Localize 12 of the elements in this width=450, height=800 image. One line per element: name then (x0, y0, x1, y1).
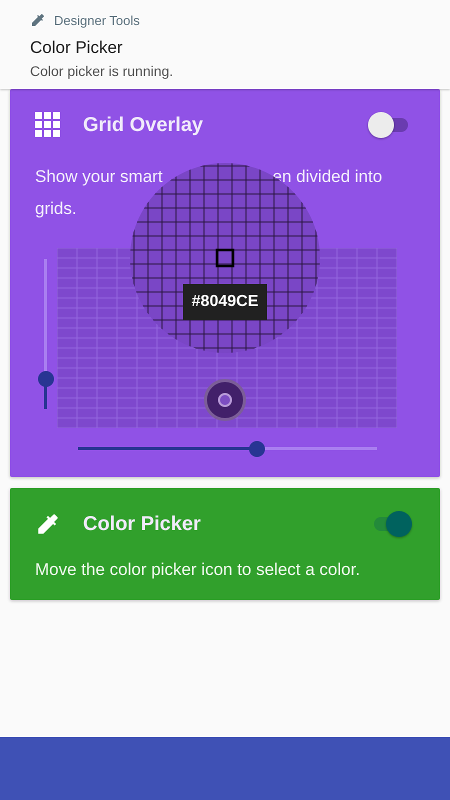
notification-text: Color picker is running. (30, 63, 174, 79)
card-title: Grid Overlay (83, 114, 204, 136)
description-text: Move the color picker icon to select a color. (34, 560, 362, 580)
color-hex-label: #8049CE (183, 284, 267, 320)
notification-title: Color Picker (30, 38, 124, 58)
notification-panel[interactable]: Designer Tools Color Picker Color picker is running. (0, 0, 450, 89)
card-title: Color Picker (83, 512, 202, 536)
eyedropper-icon (30, 12, 46, 28)
description-text: Show your smart (35, 166, 163, 188)
description-text: grids. (35, 198, 77, 220)
grid-icon (35, 112, 61, 138)
app-name: Designer Tools (54, 12, 140, 28)
